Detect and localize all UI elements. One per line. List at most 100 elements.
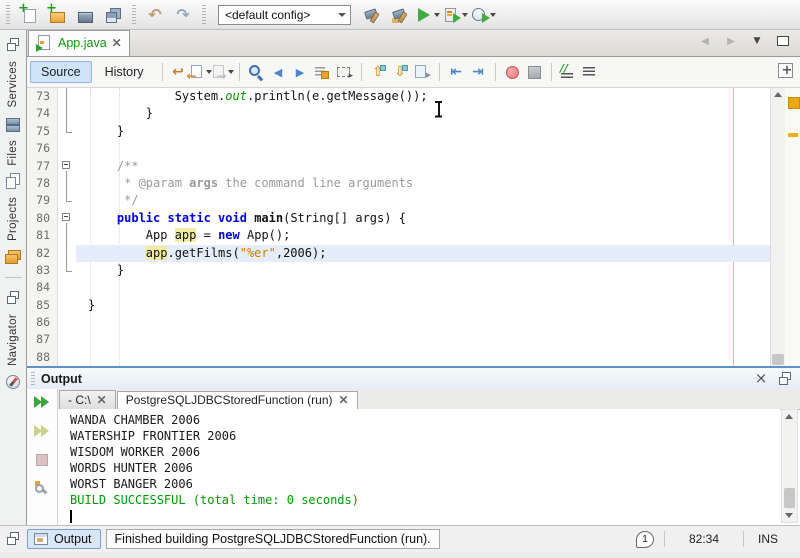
comment-lines-button[interactable] — [558, 62, 579, 83]
minimized-window-group-icon[interactable] — [4, 36, 22, 54]
toolbar-grip[interactable] — [6, 5, 10, 25]
open-project-button[interactable] — [72, 2, 98, 28]
code-line[interactable]: } — [76, 297, 770, 314]
build-project-button[interactable] — [359, 2, 385, 28]
find-next-button[interactable] — [290, 62, 311, 83]
line-number[interactable]: 84 — [27, 279, 58, 296]
toggle-bookmark-button[interactable] — [412, 62, 433, 83]
scroll-up-icon[interactable] — [785, 414, 793, 419]
view-history-button[interactable]: History — [94, 61, 155, 83]
line-number[interactable]: 87 — [27, 331, 58, 348]
code-editor[interactable]: 73 System.out.println(e.getMessage());74… — [27, 88, 770, 366]
scrollbar-thumb[interactable] — [784, 488, 795, 508]
maximize-window-icon[interactable] — [774, 32, 792, 50]
config-select[interactable]: <default config> — [218, 5, 351, 25]
tab-postgresql-run[interactable]: PostgreSQLJDBCStoredFunction (run) ✕ — [117, 391, 358, 410]
editor-vertical-scrollbar[interactable] — [770, 88, 785, 366]
fold-collapse-icon[interactable] — [58, 210, 76, 227]
find-selection-button[interactable] — [246, 62, 267, 83]
insert-mode-indicator[interactable]: INS — [754, 532, 792, 546]
chevron-down-icon[interactable] — [489, 6, 498, 24]
code-line[interactable]: public static void main(String[] args) { — [76, 210, 770, 227]
chevron-down-icon[interactable] — [461, 6, 470, 24]
line-number[interactable]: 75 — [27, 123, 58, 140]
line-number[interactable]: 78 — [27, 175, 58, 192]
code-line[interactable]: /** — [76, 158, 770, 175]
toggle-rectangular-selection-button[interactable] — [334, 62, 355, 83]
redo-button[interactable] — [170, 2, 196, 28]
scrollbar-thumb[interactable] — [772, 354, 784, 365]
output-vertical-scrollbar[interactable] — [781, 409, 798, 523]
code-line[interactable] — [76, 140, 770, 157]
clean-build-project-button[interactable] — [387, 2, 413, 28]
code-line[interactable]: */ — [76, 192, 770, 209]
line-number[interactable]: 82 — [27, 245, 58, 262]
undo-button[interactable] — [142, 2, 168, 28]
start-macro-recording-button[interactable] — [502, 62, 523, 83]
view-source-button[interactable]: Source — [30, 61, 92, 83]
toggle-highlight-search-button[interactable] — [312, 62, 333, 83]
shift-line-right-button[interactable] — [468, 62, 489, 83]
tab-app-java[interactable]: App.java ✕ — [28, 30, 130, 56]
scroll-up-icon[interactable] — [774, 92, 782, 97]
save-all-button[interactable] — [100, 2, 126, 28]
line-number[interactable]: 85 — [27, 297, 58, 314]
line-number[interactable]: 79 — [27, 192, 58, 209]
output-console[interactable]: WANDA CHAMBER 2006WATERSHIP FRONTIER 200… — [58, 409, 780, 525]
output-window-button[interactable]: Output — [27, 529, 101, 549]
close-icon[interactable]: ✕ — [112, 37, 122, 49]
split-editor-icon[interactable] — [777, 62, 795, 80]
previous-bookmark-button[interactable] — [368, 62, 389, 83]
sidebar-item-files[interactable]: Files — [7, 140, 19, 166]
fold-collapse-icon[interactable] — [58, 158, 76, 175]
debug-project-button[interactable] — [443, 2, 469, 28]
sidebar-item-navigator[interactable]: Navigator — [7, 314, 19, 366]
float-panel-icon[interactable] — [776, 370, 794, 388]
stop-macro-recording-button[interactable] — [524, 62, 545, 83]
close-icon[interactable]: ✕ — [97, 394, 107, 406]
line-number[interactable]: 88 — [27, 349, 58, 366]
rerun-with-different-parameters-button[interactable] — [33, 422, 51, 440]
toolbar-grip[interactable] — [132, 5, 136, 25]
line-number[interactable]: 74 — [27, 105, 58, 122]
line-number[interactable]: 86 — [27, 314, 58, 331]
code-line[interactable] — [76, 314, 770, 331]
panel-grip[interactable] — [31, 372, 35, 385]
warning-mark[interactable] — [788, 133, 798, 137]
code-line[interactable]: App app = new App(); — [76, 227, 770, 244]
close-panel-icon[interactable] — [752, 370, 770, 388]
uncomment-lines-button[interactable] — [580, 62, 601, 83]
scroll-tabs-right-icon[interactable] — [722, 32, 740, 50]
navigate-back-button[interactable] — [190, 62, 211, 83]
rerun-button[interactable] — [33, 393, 51, 411]
tab-list-dropdown-icon[interactable] — [748, 32, 766, 50]
scroll-tabs-left-icon[interactable] — [696, 32, 714, 50]
line-number[interactable]: 76 — [27, 140, 58, 157]
code-line[interactable]: } — [76, 262, 770, 279]
sidebar-item-projects[interactable]: Projects — [7, 197, 19, 241]
code-line[interactable]: System.out.println(e.getMessage()); — [76, 88, 770, 105]
new-file-button[interactable] — [16, 2, 42, 28]
tab-c-drive[interactable]: - C:\ ✕ — [59, 390, 116, 409]
close-icon[interactable]: ✕ — [339, 394, 349, 406]
minimized-window-group-icon[interactable] — [4, 289, 22, 307]
next-bookmark-button[interactable] — [390, 62, 411, 83]
ant-settings-button[interactable] — [33, 480, 51, 498]
stop-build-button[interactable] — [33, 451, 51, 469]
files-icon[interactable] — [4, 172, 22, 190]
chevron-down-icon[interactable] — [227, 63, 236, 81]
code-line[interactable] — [76, 279, 770, 296]
code-line[interactable]: } — [76, 123, 770, 140]
sidebar-item-services[interactable]: Services — [7, 61, 19, 108]
last-edit-location-button[interactable] — [168, 62, 189, 83]
new-project-button[interactable] — [44, 2, 70, 28]
warning-status-icon[interactable] — [788, 97, 800, 109]
code-line[interactable] — [76, 349, 770, 366]
code-line[interactable]: app.getFilms("%er",2006); — [76, 245, 770, 262]
profile-project-button[interactable] — [471, 2, 497, 28]
code-line[interactable]: * @param args the command line arguments — [76, 175, 770, 192]
chevron-down-icon[interactable] — [433, 6, 442, 24]
navigate-forward-button[interactable] — [212, 62, 233, 83]
toolbar-grip[interactable] — [202, 5, 206, 25]
shift-line-left-button[interactable] — [446, 62, 467, 83]
